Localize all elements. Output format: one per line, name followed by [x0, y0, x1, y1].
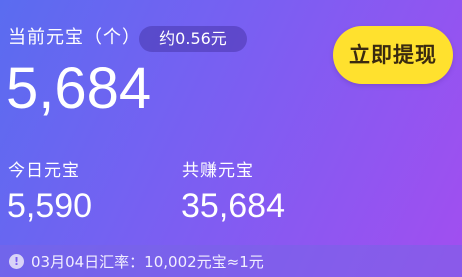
total-earned-value: 35,684: [181, 187, 285, 225]
current-coins-label: 当前元宝（个）: [8, 27, 141, 48]
exchange-rate-bar: ! 03月04日汇率：10,002元宝≈1元: [0, 245, 462, 277]
total-earned-label: 共赚元宝: [182, 161, 254, 181]
approx-value-badge: 约0.56元: [139, 26, 247, 52]
coin-balance-card: 当前元宝（个） 约0.56元 5,684 立即提现 今日元宝 5,590 共赚元…: [0, 0, 462, 277]
exclamation-icon: !: [9, 254, 24, 269]
today-coins-label: 今日元宝: [8, 161, 80, 181]
exchange-rate-text: 03月04日汇率：10,002元宝≈1元: [31, 253, 264, 271]
withdraw-button[interactable]: 立即提现: [333, 26, 453, 84]
today-coins-value: 5,590: [7, 187, 93, 225]
current-coins-value: 5,684: [6, 56, 152, 121]
